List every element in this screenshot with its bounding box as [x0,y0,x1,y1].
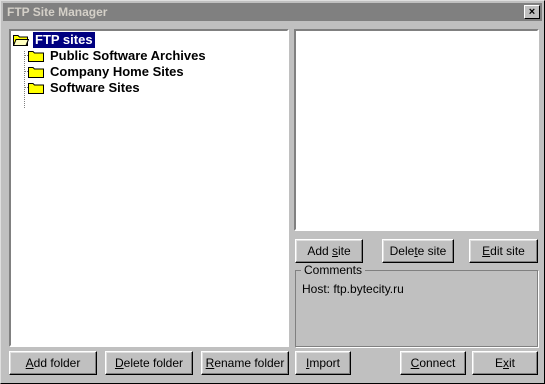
import-button[interactable]: Import [295,351,351,375]
window-title: FTP Site Manager [7,5,108,19]
folder-icon [28,51,44,62]
button-accelerator: C [410,356,420,370]
edit-site-button[interactable]: Edit site [469,239,538,263]
ftp-site-manager-window: FTP Site Manager × FTP sites Public Soft… [0,0,545,384]
tree-connector-vertical [24,51,25,108]
tree-item-label: Public Software Archives [50,48,206,63]
button-label: ename folder [214,356,285,370]
button-label: elete folder [123,356,184,370]
open-folder-icon [13,35,29,46]
close-icon: × [528,6,536,18]
title-bar[interactable]: FTP Site Manager × [3,3,542,21]
close-button[interactable]: × [524,5,540,19]
comments-text: Host: ftp.bytecity.ru [302,282,404,296]
delete-folder-button[interactable]: Delete folder [105,351,193,375]
button-label: onnect [419,356,456,370]
site-list[interactable] [294,29,539,231]
button-label: ite [338,244,351,258]
button-accelerator: A [25,356,34,370]
delete-site-button[interactable]: Delete site [382,239,454,263]
button-label: e site [417,244,447,258]
button-label: mport [309,356,341,370]
tree-item-label: Company Home Sites [50,64,184,79]
add-site-button[interactable]: Add site [295,239,363,263]
folder-icon [28,83,44,94]
rename-folder-button[interactable]: Rename folder [201,351,289,375]
folder-tree[interactable]: FTP sites Public Software Archives Compa… [9,29,289,347]
connect-button[interactable]: Connect [400,351,466,375]
button-label: it [509,356,515,370]
button-label: E [494,356,503,370]
button-label: dd folder [33,356,81,370]
button-accelerator: R [205,356,215,370]
button-label: Add [307,244,332,258]
tree-item-label: Software Sites [50,80,140,95]
comments-legend: Comments [301,263,366,277]
button-label: Dele [389,244,415,258]
button-accelerator: D [114,356,124,370]
button-label: dit site [490,244,525,258]
exit-button[interactable]: Exit [472,351,538,375]
add-folder-button[interactable]: Add folder [9,351,97,375]
button-accelerator: E [482,244,491,258]
folder-icon [28,67,44,78]
tree-item-label: FTP sites [33,32,95,48]
